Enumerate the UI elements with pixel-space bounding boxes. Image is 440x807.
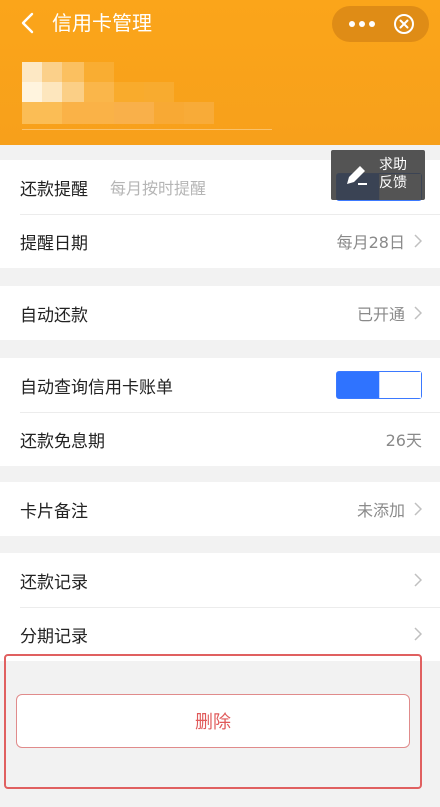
- close-circle-icon[interactable]: [393, 13, 415, 35]
- chevron-right-icon: [414, 627, 422, 641]
- repay-records-label: 还款记录: [20, 572, 88, 593]
- pencil-icon: [347, 166, 367, 185]
- toggle-fill: [337, 372, 380, 398]
- delete-highlight-box: 删除: [4, 654, 422, 789]
- reminder-date-value: 每月28日: [336, 233, 405, 252]
- reminder-date-label: 提醒日期: [20, 233, 88, 254]
- bill-query-section: 自动查询信用卡账单 还款免息期 26天: [0, 358, 440, 466]
- header-bar: 信用卡管理: [0, 0, 440, 145]
- repay-reminder-label: 还款提醒: [20, 179, 88, 200]
- back-arrow-icon[interactable]: [18, 12, 40, 34]
- card-number-blurred: [22, 62, 214, 124]
- feedback-label: 反馈: [379, 175, 407, 191]
- installment-records-row[interactable]: 分期记录: [0, 607, 440, 661]
- auto-repay-section: 自动还款 已开通: [0, 286, 440, 340]
- card-note-value: 未添加: [356, 501, 405, 520]
- page-title: 信用卡管理: [52, 11, 152, 35]
- chevron-right-icon: [414, 234, 422, 248]
- help-label: 求助: [379, 157, 407, 173]
- interest-free-row: 还款免息期 26天: [0, 412, 440, 466]
- chevron-right-icon: [414, 306, 422, 320]
- card-note-label: 卡片备注: [20, 501, 88, 522]
- more-dots-icon[interactable]: [348, 20, 376, 28]
- auto-repay-label: 自动还款: [20, 305, 88, 326]
- auto-query-label: 自动查询信用卡账单: [20, 377, 173, 398]
- help-feedback-label: 求助 反馈: [379, 156, 407, 192]
- chevron-right-icon: [414, 502, 422, 516]
- auto-repay-row[interactable]: 自动还款 已开通: [0, 286, 440, 340]
- card-note-row[interactable]: 卡片备注 未添加: [0, 482, 440, 536]
- repay-records-row[interactable]: 还款记录: [0, 553, 440, 607]
- auto-query-row: 自动查询信用卡账单: [0, 358, 440, 412]
- toggle-knob: [379, 372, 421, 398]
- auto-query-toggle[interactable]: [336, 371, 422, 399]
- divider: [22, 129, 272, 130]
- help-feedback-button[interactable]: 求助 反馈: [331, 150, 425, 200]
- auto-repay-value: 已开通: [356, 305, 405, 324]
- reminder-date-row[interactable]: 提醒日期 每月28日: [0, 214, 440, 268]
- installment-records-label: 分期记录: [20, 626, 88, 647]
- mini-program-capsule: [332, 6, 429, 42]
- chevron-right-icon: [414, 573, 422, 587]
- delete-button[interactable]: 删除: [16, 694, 410, 748]
- records-section: 还款记录 分期记录: [0, 553, 440, 661]
- repay-reminder-hint: 每月按时提醒: [110, 179, 207, 198]
- interest-free-label: 还款免息期: [20, 431, 105, 452]
- interest-free-value: 26天: [385, 431, 422, 450]
- card-note-section: 卡片备注 未添加: [0, 482, 440, 536]
